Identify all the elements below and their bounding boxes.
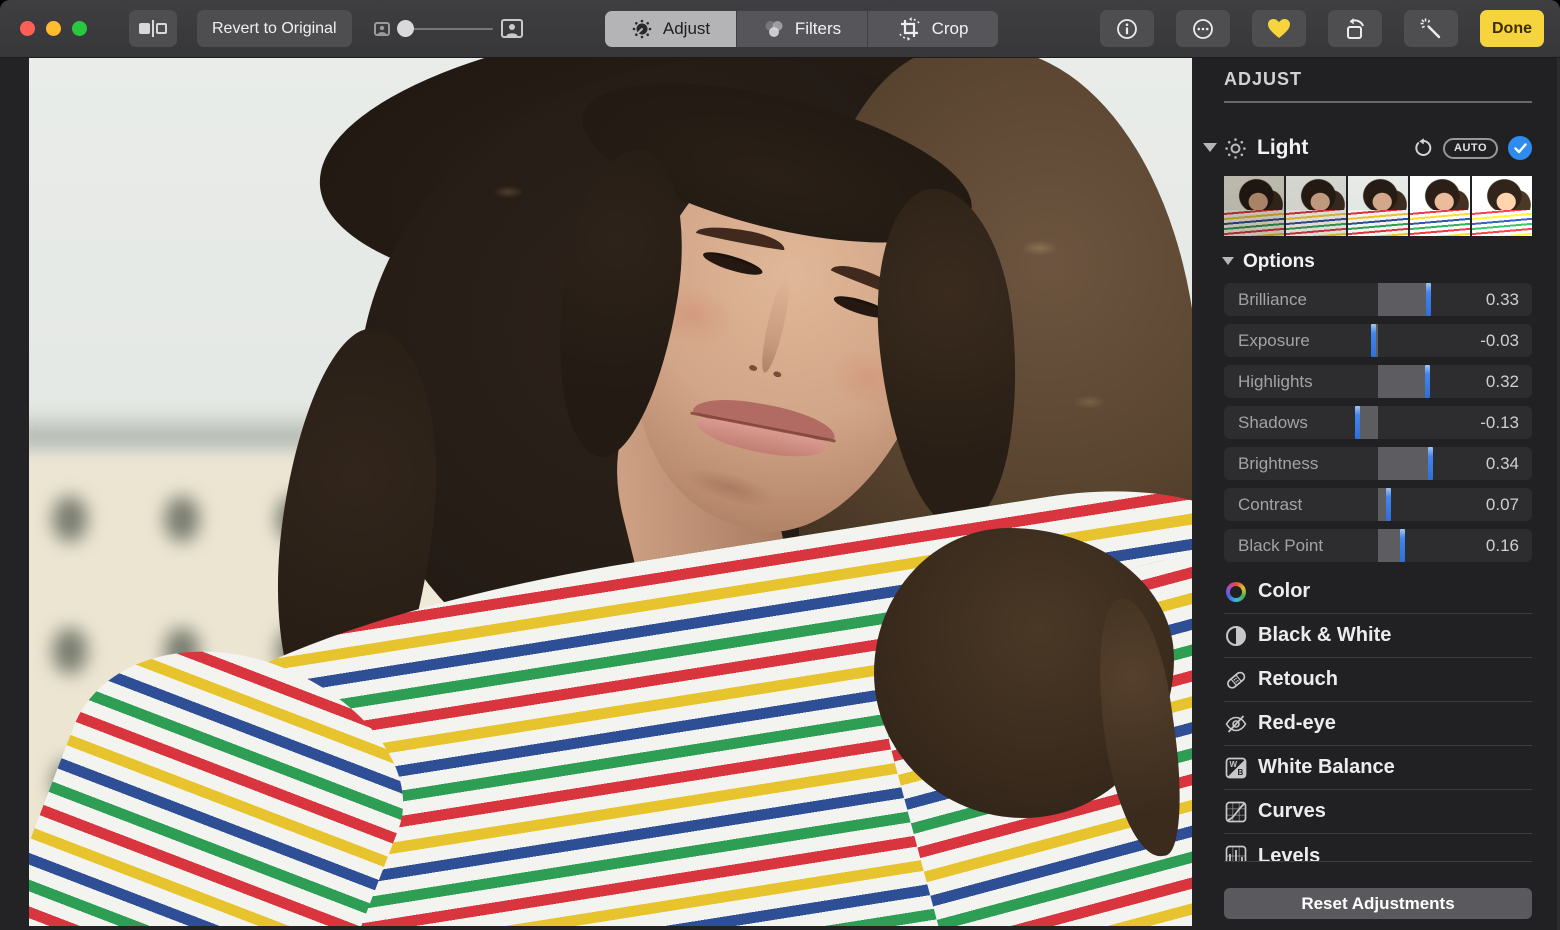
half-filled-circle-icon: [1224, 626, 1248, 646]
undo-icon[interactable]: [1413, 138, 1433, 158]
adjustment-sections: Color Black & White: [1224, 570, 1532, 862]
rotate-button[interactable]: [1328, 10, 1382, 47]
light-strength-thumbnail[interactable]: [1410, 176, 1470, 236]
levels-icon: [1224, 845, 1248, 862]
sun-icon: [1224, 137, 1247, 160]
zoom-in-thumbnail-icon: [501, 19, 523, 38]
light-strength-thumbnail[interactable]: [1286, 176, 1346, 236]
section-curves[interactable]: Curves: [1224, 790, 1532, 834]
color-wheel-icon: [1224, 582, 1248, 602]
slider-value: 0.33: [1486, 290, 1519, 310]
slider-handle[interactable]: [1428, 447, 1433, 480]
slider-brilliance[interactable]: Brilliance 0.33: [1224, 283, 1532, 316]
disclosure-down-icon[interactable]: [1203, 143, 1217, 152]
section-black-and-white[interactable]: Black & White: [1224, 614, 1532, 658]
light-section-label: Light: [1257, 136, 1308, 160]
adjust-dial-icon: [630, 17, 654, 41]
slider-brightness[interactable]: Brightness 0.34: [1224, 447, 1532, 480]
auto-enhance-wand-icon: [1419, 17, 1443, 41]
slider-highlights[interactable]: Highlights 0.32: [1224, 365, 1532, 398]
slider-handle[interactable]: [1386, 488, 1391, 521]
compare-icon: [139, 20, 167, 37]
fullscreen-button[interactable]: [72, 21, 87, 36]
light-strength-thumbnail[interactable]: [1224, 176, 1284, 236]
light-enabled-checkbox[interactable]: [1508, 136, 1532, 160]
zoom-slider-knob[interactable]: [397, 20, 414, 37]
slider-black-point[interactable]: Black Point 0.16: [1224, 529, 1532, 562]
done-button[interactable]: Done: [1480, 10, 1544, 47]
slider-shadows[interactable]: Shadows -0.13: [1224, 406, 1532, 439]
zoom-out-thumbnail-icon: [374, 22, 390, 36]
slider-value: 0.16: [1486, 536, 1519, 556]
sidebar-title: ADJUST: [1224, 69, 1532, 90]
favorite-button[interactable]: [1252, 10, 1306, 47]
zoom-control: [374, 19, 523, 38]
reset-adjustments-button[interactable]: Reset Adjustments: [1224, 888, 1532, 919]
revert-button[interactable]: Revert to Original: [197, 10, 352, 47]
disclosure-down-icon[interactable]: [1222, 257, 1234, 265]
slider-handle[interactable]: [1426, 283, 1431, 316]
favorite-heart-icon: [1267, 18, 1291, 39]
light-strength-thumbnail[interactable]: [1472, 176, 1532, 236]
edited-photo: [29, 58, 1192, 926]
slider-handle[interactable]: [1425, 365, 1430, 398]
auto-enhance-button[interactable]: [1404, 10, 1458, 47]
section-white-balance[interactable]: W B White Balance: [1224, 746, 1532, 790]
info-button[interactable]: [1100, 10, 1154, 47]
edit-mode-tabs: Adjust Filters: [605, 11, 998, 47]
more-button[interactable]: [1176, 10, 1230, 47]
slider-exposure[interactable]: Exposure -0.03: [1224, 324, 1532, 357]
photos-edit-window: Revert to Original A: [0, 0, 1560, 930]
compare-original-button[interactable]: [129, 10, 177, 47]
slider-handle[interactable]: [1400, 529, 1405, 562]
tab-filters[interactable]: Filters: [736, 11, 867, 47]
light-strength-thumbnail[interactable]: [1348, 176, 1408, 236]
section-retouch[interactable]: Retouch: [1224, 658, 1532, 702]
auto-button[interactable]: AUTO: [1443, 138, 1498, 159]
slider-contrast[interactable]: Contrast 0.07: [1224, 488, 1532, 521]
curves-icon: [1224, 801, 1248, 823]
filters-circles-icon: [762, 17, 786, 41]
slider-handle[interactable]: [1371, 324, 1376, 357]
divider: [1224, 101, 1532, 103]
section-red-eye[interactable]: Red-eye: [1224, 702, 1532, 746]
slider-value: 0.34: [1486, 454, 1519, 474]
close-button[interactable]: [20, 21, 35, 36]
svg-text:W: W: [1230, 760, 1238, 769]
slider-value: 0.32: [1486, 372, 1519, 392]
more-icon: [1192, 18, 1214, 40]
zoom-slider[interactable]: [398, 28, 493, 30]
toolbar: Revert to Original A: [0, 0, 1560, 58]
svg-text:B: B: [1238, 768, 1244, 777]
adjust-sidebar: ADJUST Light AUTO: [1196, 58, 1560, 930]
section-light[interactable]: Light AUTO: [1224, 133, 1532, 163]
crop-rotate-icon: [897, 17, 923, 41]
photo-canvas-area: [0, 58, 1196, 930]
white-balance-icon: W B: [1224, 757, 1248, 779]
minimize-button[interactable]: [46, 21, 61, 36]
light-strength-strip: [1224, 176, 1532, 236]
tab-adjust[interactable]: Adjust: [605, 11, 736, 47]
slider-value: 0.07: [1486, 495, 1519, 515]
slider-value: -0.13: [1480, 413, 1519, 433]
section-color[interactable]: Color: [1224, 570, 1532, 614]
info-icon: [1116, 18, 1138, 40]
toolbar-actions: Done: [1100, 10, 1544, 47]
slider-handle[interactable]: [1355, 406, 1360, 439]
tab-crop-label: Crop: [932, 19, 969, 39]
tab-filters-label: Filters: [795, 19, 841, 39]
traffic-lights: [20, 21, 87, 36]
options-header[interactable]: Options: [1224, 250, 1532, 274]
eye-slash-icon: [1224, 712, 1248, 736]
options-label: Options: [1243, 251, 1315, 273]
section-levels[interactable]: Levels: [1224, 834, 1532, 862]
bandage-icon: [1224, 668, 1248, 692]
light-sliders: Brilliance 0.33 Exposure -0.03 Highlight…: [1224, 283, 1532, 562]
rotate-icon: [1342, 17, 1368, 41]
slider-value: -0.03: [1480, 331, 1519, 351]
tab-crop[interactable]: Crop: [867, 11, 998, 47]
tab-adjust-label: Adjust: [663, 19, 710, 39]
